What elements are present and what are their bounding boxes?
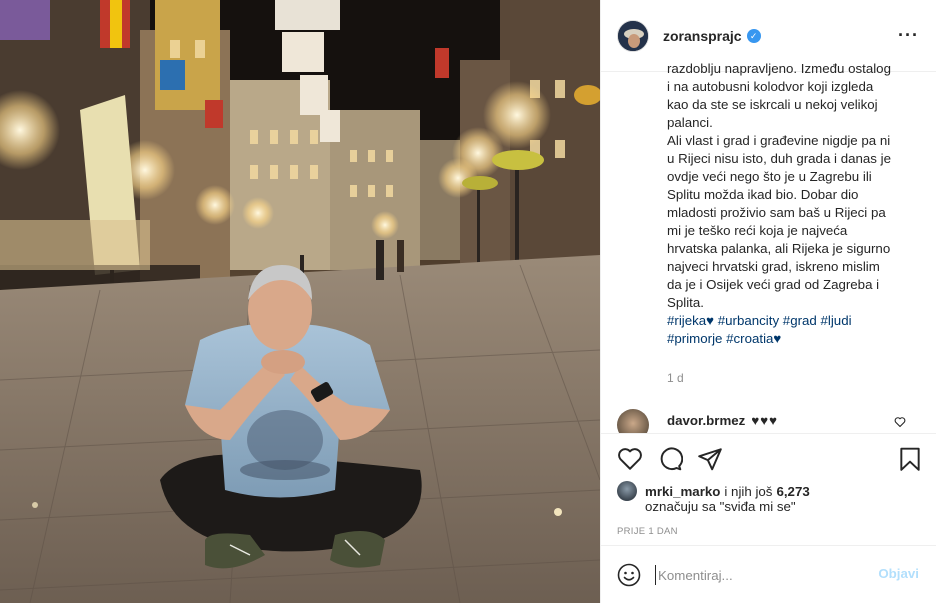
- hashtags-line[interactable]: #rijeka♥ #urbancity #grad #ljudi: [667, 312, 917, 330]
- liker-avatar[interactable]: [617, 481, 637, 501]
- likes-summary: mrki_marko i njih još 6,273: [617, 481, 810, 501]
- author-username[interactable]: zoransprajc: [663, 28, 742, 44]
- post-caption: razdoblju napravljeno. Između ostalog i …: [667, 60, 917, 348]
- comment-text: ♥♥♥: [751, 412, 779, 428]
- caption-line: Ali vlast i grad i građevine nigdje pa n…: [667, 133, 891, 148]
- post-comment-button[interactable]: Objavi: [878, 566, 919, 581]
- caption-line: palanci.: [667, 115, 713, 130]
- bookmark-icon[interactable]: [897, 446, 923, 472]
- caption-line: Splita.: [667, 295, 704, 310]
- post-time-ago[interactable]: 1 d: [667, 371, 684, 385]
- heart-icon[interactable]: [617, 446, 643, 472]
- add-comment-bar: Objavi: [601, 545, 936, 603]
- caption-line: razdoblju napravljeno. Između ostalog: [667, 61, 891, 76]
- commenter-avatar[interactable]: [617, 409, 649, 433]
- comment-like-heart-icon[interactable]: [894, 416, 906, 428]
- post-date[interactable]: PRIJE 1 DAN: [617, 526, 678, 537]
- caption-line: mi je teško reći koja je najveća: [667, 223, 848, 238]
- author-avatar[interactable]: [617, 19, 649, 52]
- caption-line: u Rijeci nisu isto, duh grada i danas je: [667, 151, 891, 166]
- avatar-image: [618, 20, 648, 51]
- comment-username[interactable]: davor.brmez: [667, 413, 745, 428]
- comment-icon[interactable]: [657, 446, 683, 472]
- caption-line: mladosti proživio sam baš u Rijeci pa: [667, 205, 886, 220]
- post-details-panel: zoransprajc ✓ ··· razdoblju napravljeno.…: [600, 0, 936, 603]
- likes-suffix: označuju sa "sviđa mi se": [645, 499, 796, 514]
- hashtags-line[interactable]: #primorje #croatia♥: [667, 330, 917, 348]
- emoji-icon[interactable]: [617, 563, 641, 587]
- post-actions: mrki_marko i njih još 6,273 označuju sa …: [601, 433, 936, 545]
- caption-line: hrvatska palanka, ali Rijeka je sigurno: [667, 241, 891, 256]
- caption-line: i na autobusni kolodvor koji izgleda: [667, 79, 874, 94]
- caption-line: da je i Osijek veći grad od Zagreba i: [667, 277, 880, 292]
- caption-line: najveci hrvatski grad, iskreno mislim: [667, 259, 880, 274]
- comment-item: davor.brmez ♥♥♥: [617, 407, 921, 433]
- more-options-icon[interactable]: ···: [898, 26, 919, 44]
- caption-line: ovdje veći nego što je u Zagrebu ili: [667, 169, 872, 184]
- verified-badge-icon: ✓: [746, 28, 761, 43]
- post-photo[interactable]: [0, 0, 600, 603]
- liker-username[interactable]: mrki_marko: [645, 484, 720, 499]
- photo-scene: [0, 0, 600, 603]
- share-icon[interactable]: [697, 446, 723, 472]
- caption-line: Splitu možda ikad bio. Dobar dio: [667, 187, 859, 202]
- likes-connector: i njih još: [724, 483, 773, 499]
- comment-input[interactable]: [655, 565, 865, 585]
- likes-count[interactable]: 6,273: [776, 484, 809, 499]
- caption-line: kao da ste se iskrcali u nekoj velikoj: [667, 97, 878, 112]
